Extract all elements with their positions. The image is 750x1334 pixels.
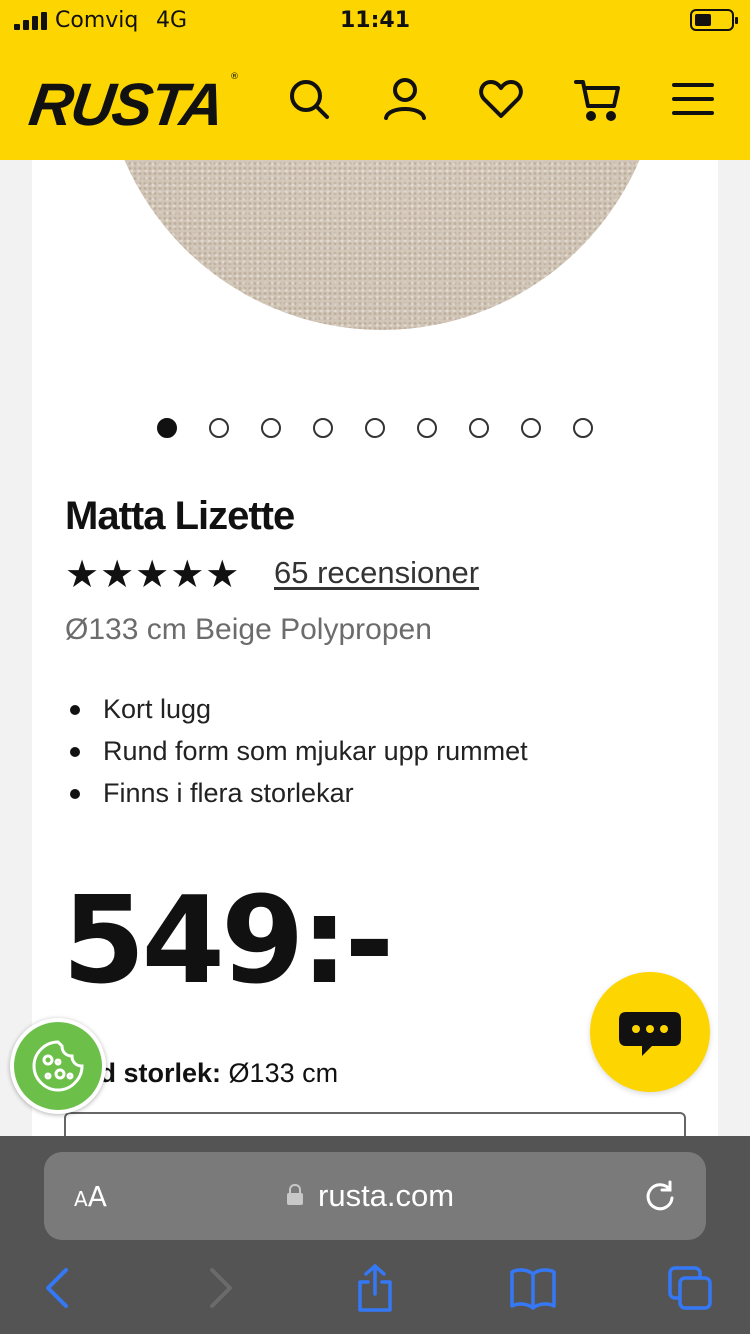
rug-image (102, 160, 662, 330)
bookmarks-icon[interactable] (509, 1264, 557, 1312)
reload-icon[interactable] (642, 1178, 678, 1214)
back-icon[interactable] (34, 1264, 82, 1312)
cookie-settings-button[interactable] (10, 1018, 106, 1114)
gallery-dot[interactable] (521, 418, 541, 438)
gallery-dot[interactable] (261, 418, 281, 438)
size-label: ld storlek: Ø133 cm (92, 1058, 338, 1089)
aa-small: A (74, 1187, 88, 1211)
favorites-icon[interactable] (478, 76, 524, 122)
gallery-dot[interactable] (365, 418, 385, 438)
clock: 11:41 (339, 8, 411, 33)
aa-large: A (87, 1180, 107, 1213)
cookie-icon (32, 1040, 84, 1092)
address-bar[interactable]: AA rusta.com (44, 1152, 706, 1240)
product-title: Matta Lizette (65, 494, 295, 538)
rusta-logo[interactable]: RUSTA (25, 70, 227, 139)
menu-icon[interactable] (670, 76, 716, 122)
reviews-link[interactable]: 65 recensioner (274, 555, 479, 591)
browser-toolbar: AA rusta.com (0, 1136, 750, 1334)
status-bar: Comviq 4G 11:41 (0, 0, 750, 42)
gallery-dot[interactable] (417, 418, 437, 438)
cart-icon[interactable] (574, 76, 620, 122)
gallery-dot[interactable] (469, 418, 489, 438)
feature-item: Rund form som mjukar upp rummet (65, 732, 685, 774)
url-text: rusta.com (318, 1178, 455, 1213)
chat-button[interactable] (590, 972, 710, 1092)
feature-item: Finns i flera storlekar (65, 774, 685, 816)
size-label-text: ld storlek: (92, 1058, 222, 1088)
gallery-dot[interactable] (157, 418, 177, 438)
battery-icon (690, 9, 738, 31)
chat-icon (619, 1012, 681, 1056)
size-value: Ø133 cm (228, 1058, 339, 1088)
gallery-dot[interactable] (209, 418, 229, 438)
rating-stars: ★★★★★ (65, 552, 241, 596)
account-icon[interactable] (382, 76, 428, 122)
forward-icon[interactable] (196, 1264, 244, 1312)
search-icon[interactable] (286, 76, 332, 122)
feature-item: Kort lugg (65, 690, 685, 732)
product-price: 549:- (62, 872, 394, 1011)
gallery-dot[interactable] (573, 418, 593, 438)
product-image[interactable] (32, 160, 718, 460)
product-subtitle: Ø133 cm Beige Polypropen (65, 613, 432, 646)
site-header: RUSTA ® (0, 42, 750, 160)
reader-settings-button[interactable]: AA (74, 1180, 107, 1213)
tabs-icon[interactable] (666, 1264, 714, 1312)
feature-list: Kort lugg Rund form som mjukar upp rumme… (65, 690, 685, 816)
lock-icon (287, 1184, 303, 1205)
share-icon[interactable] (351, 1264, 399, 1312)
registered-mark: ® (230, 72, 239, 82)
gallery-dot[interactable] (313, 418, 333, 438)
